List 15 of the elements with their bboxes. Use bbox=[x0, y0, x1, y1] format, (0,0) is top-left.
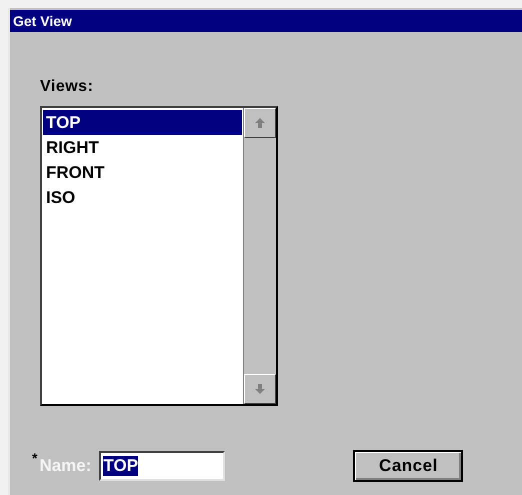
required-mark: * bbox=[32, 450, 38, 466]
list-item[interactable]: ISO bbox=[43, 185, 242, 210]
views-list[interactable]: TOP RIGHT FRONT ISO bbox=[40, 106, 278, 406]
views-label: Views: bbox=[40, 78, 94, 96]
down-arrow-icon bbox=[254, 383, 266, 395]
list-item[interactable]: FRONT bbox=[43, 160, 242, 185]
scroll-up-button[interactable] bbox=[244, 108, 276, 138]
window-title: Get View bbox=[13, 13, 72, 29]
cancel-button[interactable]: Cancel bbox=[353, 450, 464, 482]
scrollbar[interactable] bbox=[243, 108, 276, 404]
up-arrow-icon bbox=[254, 117, 266, 129]
scroll-down-button[interactable] bbox=[244, 374, 276, 404]
list-item[interactable]: RIGHT bbox=[43, 135, 242, 160]
name-field[interactable]: TOP bbox=[99, 451, 226, 481]
list-item[interactable]: TOP bbox=[43, 110, 242, 135]
